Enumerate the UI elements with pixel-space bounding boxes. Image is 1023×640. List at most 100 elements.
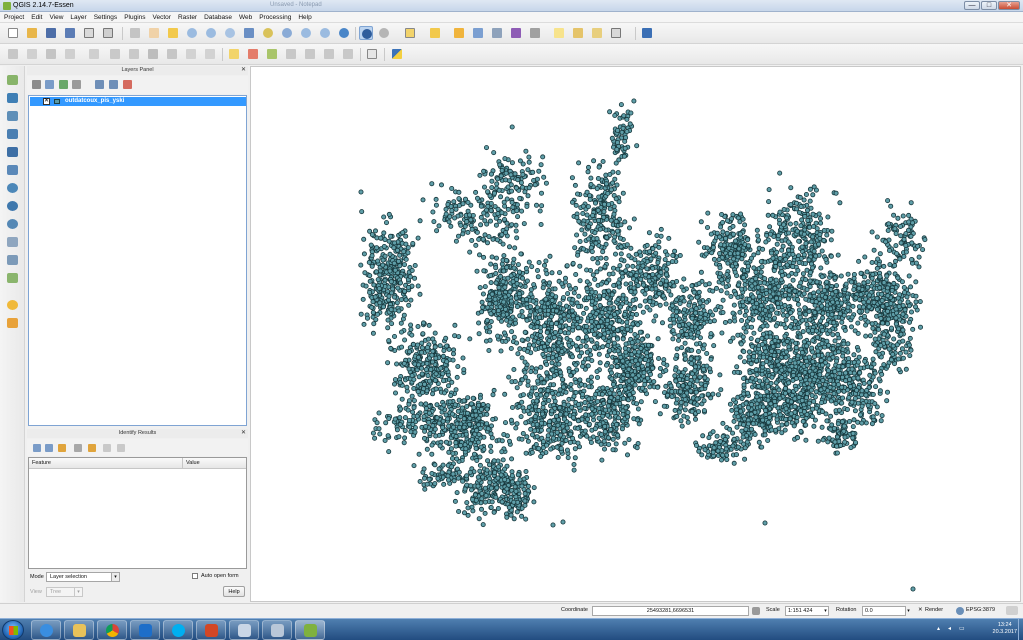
paste-features-icon[interactable] <box>203 47 217 61</box>
current-edits-icon[interactable] <box>6 47 20 61</box>
show-bookmarks-icon[interactable] <box>590 26 604 40</box>
zoom-in-icon[interactable] <box>185 26 199 40</box>
identify-features-icon[interactable] <box>359 26 373 40</box>
close-panel-icon[interactable]: ✕ <box>241 430 246 437</box>
deselect-all-icon[interactable] <box>452 26 466 40</box>
map-tips-icon[interactable] <box>552 26 566 40</box>
layer-visibility-checkbox[interactable]: ✕ <box>43 98 50 105</box>
collapse-all-icon[interactable] <box>109 80 118 89</box>
auto-open-form[interactable]: Auto open form <box>192 573 239 579</box>
menu-processing[interactable]: Processing <box>259 14 291 21</box>
zoom-next-icon[interactable] <box>318 26 332 40</box>
collapse-tree-icon[interactable] <box>45 444 53 452</box>
refresh-icon[interactable] <box>337 26 351 40</box>
pin-labels-icon[interactable] <box>246 47 260 61</box>
add-wms-layer-icon[interactable] <box>5 181 20 195</box>
print-response-icon[interactable] <box>103 444 111 452</box>
add-gps-icon[interactable] <box>5 298 20 312</box>
zoom-to-layer-icon[interactable] <box>280 26 294 40</box>
new-project-button[interactable] <box>6 26 20 40</box>
rotate-label-icon[interactable] <box>322 47 336 61</box>
node-tool-icon[interactable] <box>127 47 141 61</box>
value-column-header[interactable]: Value <box>183 458 246 469</box>
remove-layer-icon[interactable] <box>123 80 132 89</box>
expand-new-results-icon[interactable] <box>58 444 66 452</box>
map-canvas[interactable] <box>250 66 1021 602</box>
clear-results-icon[interactable] <box>74 444 82 452</box>
python-console-icon[interactable] <box>390 47 404 61</box>
menu-vector[interactable]: Vector <box>153 14 171 21</box>
copy-features-icon[interactable] <box>184 47 198 61</box>
manage-map-themes-icon[interactable] <box>72 80 81 89</box>
add-group-icon[interactable] <box>45 80 54 89</box>
close-panel-icon[interactable]: ✕ <box>241 67 246 74</box>
label-toolbar-icon[interactable] <box>227 47 241 61</box>
save-as-button[interactable] <box>63 26 77 40</box>
new-bookmark-icon[interactable] <box>571 26 585 40</box>
pan-hand-icon[interactable] <box>147 26 161 40</box>
add-annotation-icon[interactable] <box>5 316 20 330</box>
filter-legend-icon[interactable] <box>59 80 68 89</box>
sigma-icon[interactable] <box>509 26 523 40</box>
save-project-button[interactable] <box>44 26 58 40</box>
mode-select[interactable]: Layer selection ▾ <box>46 572 120 582</box>
new-print-composer-button[interactable] <box>82 26 96 40</box>
help-contents-icon[interactable] <box>640 26 654 40</box>
copy-feature-icon[interactable] <box>88 444 96 452</box>
add-mssql-layer-icon[interactable] <box>5 145 20 159</box>
text-annotation-icon[interactable] <box>609 26 623 40</box>
add-raster-layer-icon[interactable] <box>5 91 20 105</box>
menu-plugins[interactable]: Plugins <box>124 14 145 21</box>
add-feature-icon[interactable] <box>63 47 77 61</box>
menu-web[interactable]: Web <box>239 14 252 21</box>
highlight-pinned-labels-icon[interactable] <box>265 47 279 61</box>
expand-all-icon[interactable] <box>95 80 104 89</box>
help-button[interactable]: Help <box>223 586 245 597</box>
minimize-button[interactable]: — <box>964 1 980 10</box>
zoom-full-icon[interactable] <box>242 26 256 40</box>
add-circular-string-icon[interactable] <box>87 47 101 61</box>
toggle-editing-icon[interactable] <box>25 47 39 61</box>
zoom-to-selection-icon[interactable] <box>261 26 275 40</box>
add-wcs-layer-icon[interactable] <box>5 199 20 213</box>
statistical-summary-icon[interactable] <box>490 26 504 40</box>
maximize-button[interactable]: □ <box>981 1 997 10</box>
zoom-out-icon[interactable] <box>204 26 218 40</box>
select-by-expression-icon[interactable] <box>428 26 442 40</box>
add-delimited-text-icon[interactable] <box>365 47 379 61</box>
select-features-icon[interactable] <box>403 26 417 40</box>
menu-project[interactable]: Project <box>4 14 24 21</box>
add-virtual-layer-icon[interactable] <box>5 253 20 267</box>
add-postgis-layer-icon[interactable] <box>5 127 20 141</box>
pan-icon[interactable] <box>128 26 142 40</box>
add-spatialite-layer-icon[interactable] <box>5 109 20 123</box>
add-delimited-layer-icon[interactable] <box>5 235 20 249</box>
cut-features-icon[interactable] <box>165 47 179 61</box>
delete-selected-icon[interactable] <box>146 47 160 61</box>
open-layer-styling-icon[interactable] <box>32 80 41 89</box>
composer-manager-button[interactable] <box>101 26 115 40</box>
menu-view[interactable]: View <box>49 14 63 21</box>
open-project-button[interactable] <box>25 26 39 40</box>
add-oracle-layer-icon[interactable] <box>5 163 20 177</box>
feature-column-header[interactable]: Feature <box>29 458 183 469</box>
run-feature-action-icon[interactable] <box>377 26 391 40</box>
expand-tree-icon[interactable] <box>33 444 41 452</box>
close-button[interactable]: ✕ <box>998 1 1020 10</box>
menu-settings[interactable]: Settings <box>94 14 118 21</box>
new-shapefile-layer-icon[interactable] <box>5 271 20 285</box>
move-feature-icon[interactable] <box>108 47 122 61</box>
save-layer-edits-icon[interactable] <box>44 47 58 61</box>
move-label-icon[interactable] <box>303 47 317 61</box>
zoom-native-icon[interactable] <box>223 26 237 40</box>
menu-edit[interactable]: Edit <box>31 14 42 21</box>
layer-row[interactable]: ✕ outdatcoux_pis_yski <box>30 97 246 106</box>
menu-help[interactable]: Help <box>298 14 311 21</box>
open-attribute-table-icon[interactable] <box>471 26 485 40</box>
menu-database[interactable]: Database <box>204 14 232 21</box>
pan-to-selection-icon[interactable] <box>166 26 180 40</box>
zoom-last-icon[interactable] <box>299 26 313 40</box>
show-hide-labels-icon[interactable] <box>284 47 298 61</box>
view-select[interactable]: Tree ▾ <box>46 587 83 597</box>
change-label-icon[interactable] <box>341 47 355 61</box>
